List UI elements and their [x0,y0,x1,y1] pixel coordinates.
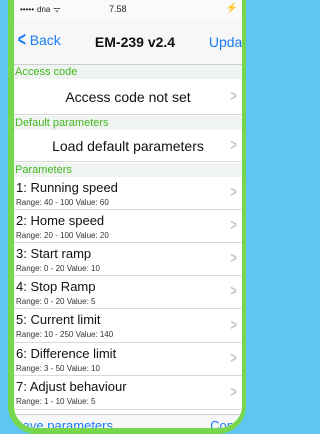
parameter-row-home-speed[interactable]: 2: Home speed Range: 20 - 100 Value: 20 … [14,210,242,243]
bottom-toolbar: Save parameters Control [14,414,242,428]
parameter-range: Range: 10 - 250 Value: 140 [16,330,114,339]
load-default-parameters-row[interactable]: Load default parameters > [14,130,242,162]
parameter-title: 6: Difference limit [16,346,117,361]
carrier-info: ••••• dna ᯤ [20,4,61,15]
parameter-row-adjust-behaviour[interactable]: 7: Adjust behaviour Range: 1 - 10 Value:… [14,376,242,410]
parameter-row-stop-ramp[interactable]: 4: Stop Ramp Range: 0 - 20 Value: 5 > [14,276,242,309]
parameter-title: 3: Start ramp [16,246,92,261]
parameter-title: 5: Current limit [16,312,101,327]
chevron-right-icon: > [230,217,237,234]
parameter-range: Range: 0 - 20 Value: 10 [16,264,100,273]
chevron-right-icon: > [230,283,237,300]
access-code-row[interactable]: Access code not set > [14,79,242,115]
parameter-title: 4: Stop Ramp [16,279,96,294]
app-screen: ••••• dna ᯤ 7.58 ⚡ < Back EM-239 v2.4 Up… [14,0,242,428]
navigation-bar: < Back EM-239 v2.4 Update [14,20,242,65]
chevron-right-icon: > [230,383,237,401]
access-code-label: Access code not set [65,88,191,105]
parameter-row-running-speed[interactable]: 1: Running speed Range: 40 - 100 Value: … [14,177,242,210]
carrier-name: dna [37,5,51,14]
chevron-right-icon: > [230,136,237,154]
parameter-title: 2: Home speed [16,213,105,228]
phone-frame: ••••• dna ᯤ 7.58 ⚡ < Back EM-239 v2.4 Up… [8,0,246,434]
wifi-icon: ᯤ [53,5,61,14]
chevron-right-icon: > [230,316,237,334]
update-button[interactable]: Update [209,34,242,50]
chevron-right-icon: > [230,250,237,267]
control-button[interactable]: Control [210,418,242,428]
parameter-range: Range: 1 - 10 Value: 5 [16,397,96,406]
parameter-range: Range: 3 - 50 Value: 10 [16,364,100,373]
save-parameters-button[interactable]: Save parameters [14,418,113,428]
chevron-right-icon: > [230,184,237,201]
chevron-right-icon: > [230,350,237,367]
parameter-row-difference-limit[interactable]: 6: Difference limit Range: 3 - 50 Value:… [14,343,242,376]
parameter-title: 1: Running speed [16,180,118,195]
section-header-default-parameters: Default parameters [14,116,242,130]
chevron-right-icon: > [230,87,237,105]
page-title: EM-239 v2.4 [94,34,176,50]
section-header-access-code: Access code [14,65,242,79]
parameter-range: Range: 0 - 20 Value: 5 [16,297,96,306]
parameter-title: 7: Adjust behaviour [16,379,127,394]
load-default-parameters-label: Load default parameters [52,137,204,154]
battery-icon: ⚡ [225,3,238,14]
signal-strength-icon: ••••• [20,5,35,14]
parameter-row-start-ramp[interactable]: 3: Start ramp Range: 0 - 20 Value: 10 > [14,243,242,276]
parameter-range: Range: 20 - 100 Value: 20 [16,231,109,240]
section-header-parameters: Parameters [14,163,242,177]
status-time: 7.58 [109,4,127,14]
parameter-row-current-limit[interactable]: 5: Current limit Range: 10 - 250 Value: … [14,309,242,343]
parameter-range: Range: 40 - 100 Value: 60 [16,198,109,207]
status-bar: ••••• dna ᯤ 7.58 ⚡ [14,0,242,20]
